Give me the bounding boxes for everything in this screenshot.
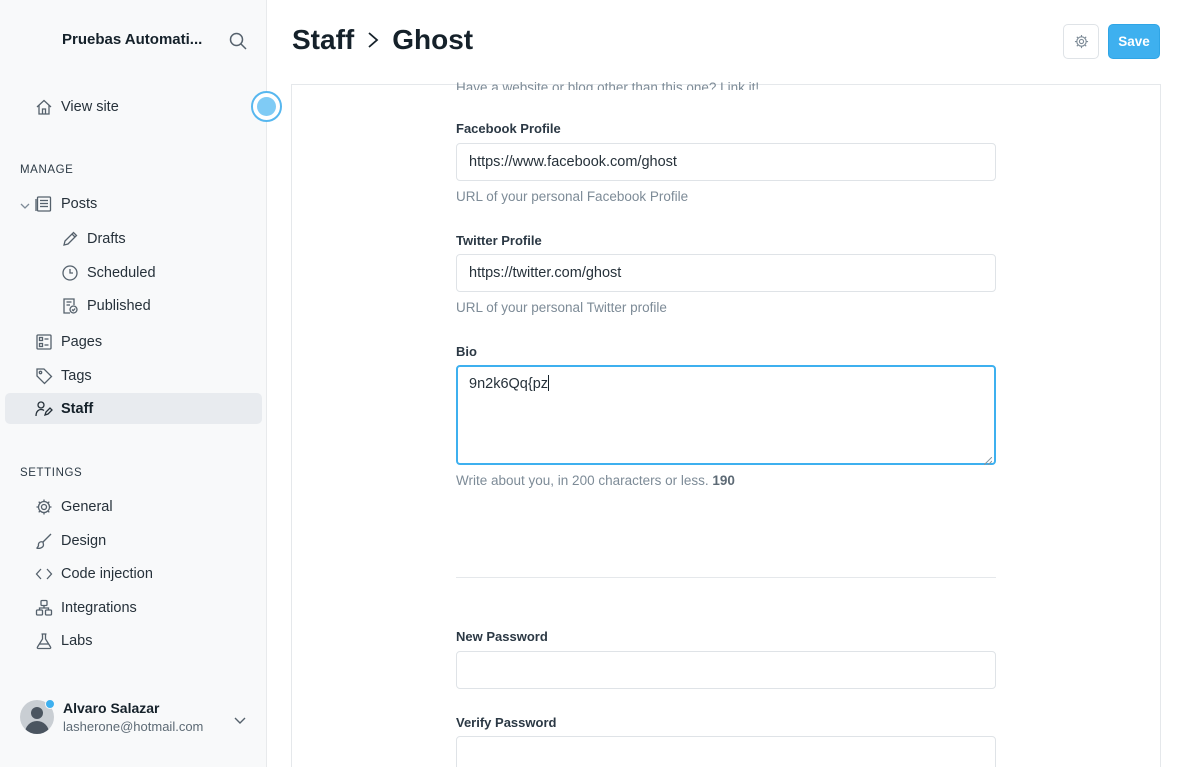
sidebar-item-tags[interactable]: Tags <box>5 360 262 391</box>
published-icon <box>61 297 79 315</box>
user-menu[interactable]: Alvaro Salazar lasherone@hotmail.com <box>20 699 260 740</box>
posts-icon <box>35 195 53 213</box>
user-email: lasherone@hotmail.com <box>63 719 204 734</box>
code-icon <box>35 565 53 583</box>
bio-label: Bio <box>456 344 477 359</box>
breadcrumb-current: Ghost <box>392 24 474 55</box>
breadcrumb: Staff Ghost <box>292 24 473 56</box>
text-cursor <box>548 375 550 391</box>
chevron-down-icon[interactable] <box>232 712 248 728</box>
sidebar-item-label: Labs <box>61 632 93 649</box>
sidebar-item-pages[interactable]: Pages <box>5 326 262 357</box>
brush-icon <box>35 532 53 550</box>
sidebar-item-label: Scheduled <box>87 264 156 281</box>
sidebar-item-label: Tags <box>61 367 92 384</box>
bio-hint-text: Write about you, in 200 characters or le… <box>456 473 709 488</box>
staff-icon <box>35 400 53 418</box>
facebook-label: Facebook Profile <box>456 121 561 136</box>
pages-icon <box>35 333 53 351</box>
website-hint: Have a website or blog other than this o… <box>456 80 760 90</box>
site-title[interactable]: Pruebas Automati... <box>62 31 212 48</box>
clock-icon <box>61 264 79 282</box>
resize-handle-icon[interactable] <box>983 453 993 466</box>
sidebar-item-posts[interactable]: Posts <box>5 188 262 219</box>
sidebar-item-drafts[interactable]: Drafts <box>5 223 262 254</box>
facebook-input[interactable]: https://www.facebook.com/ghost <box>456 143 996 181</box>
home-icon <box>35 98 53 116</box>
sidebar-item-label: General <box>61 498 113 515</box>
chevron-right-icon <box>366 30 380 50</box>
onboarding-pulse-indicator[interactable] <box>251 91 282 122</box>
sidebar-item-code-injection[interactable]: Code injection <box>5 558 262 589</box>
new-password-label: New Password <box>456 629 548 644</box>
sidebar-item-label: View site <box>61 98 119 115</box>
sidebar-item-view-site[interactable]: View site <box>5 91 262 122</box>
gear-icon <box>1074 34 1089 49</box>
bio-textarea[interactable]: 9n2k6Qq{pz <box>456 365 996 466</box>
tag-icon <box>35 367 53 385</box>
sidebar-item-label: Drafts <box>87 230 126 247</box>
bio-character-count: 190 <box>712 473 735 488</box>
sidebar-item-general[interactable]: General <box>5 491 262 522</box>
verify-password-label: Verify Password <box>456 715 557 730</box>
sidebar-item-integrations[interactable]: Integrations <box>5 592 262 623</box>
twitter-input[interactable]: https://twitter.com/ghost <box>456 254 996 292</box>
sidebar-item-labs[interactable]: Labs <box>5 625 262 656</box>
bio-text: 9n2k6Qq{pz <box>469 376 549 392</box>
verify-password-input[interactable] <box>456 736 996 767</box>
sidebar-item-label: Published <box>87 297 151 314</box>
twitter-hint: URL of your personal Twitter profile <box>456 300 667 315</box>
sidebar-item-label: Pages <box>61 333 103 350</box>
search-icon[interactable] <box>228 31 248 51</box>
pencil-icon <box>61 230 79 248</box>
gear-icon <box>35 498 53 516</box>
facebook-hint: URL of your personal Facebook Profile <box>456 189 689 204</box>
breadcrumb-parent[interactable]: Staff <box>292 24 354 56</box>
settings-section-label: SETTINGS <box>20 467 83 479</box>
sidebar-item-label: Code injection <box>61 565 153 582</box>
manage-section-label: MANAGE <box>20 164 74 176</box>
twitter-label: Twitter Profile <box>456 233 542 248</box>
sidebar-item-design[interactable]: Design <box>5 525 262 556</box>
user-name: Alvaro Salazar <box>63 700 160 716</box>
flask-icon <box>35 632 53 650</box>
user-settings-button[interactable] <box>1063 24 1099 59</box>
integrations-icon <box>35 599 53 617</box>
sidebar-item-scheduled[interactable]: Scheduled <box>5 257 262 288</box>
notification-dot <box>45 699 55 709</box>
new-password-input[interactable] <box>456 651 996 689</box>
sidebar-item-staff[interactable]: Staff <box>5 393 262 424</box>
sidebar-item-label: Posts <box>61 195 98 212</box>
save-button[interactable]: Save <box>1108 24 1160 59</box>
sidebar: Pruebas Automati... View site MANAGE Pos… <box>0 0 267 767</box>
sidebar-item-label: Staff <box>61 400 94 417</box>
sidebar-item-published[interactable]: Published <box>5 290 262 321</box>
sidebar-item-label: Design <box>61 532 107 549</box>
bio-hint: Write about you, in 200 characters or le… <box>456 473 735 488</box>
sidebar-item-label: Integrations <box>61 599 137 616</box>
section-divider <box>456 577 996 578</box>
